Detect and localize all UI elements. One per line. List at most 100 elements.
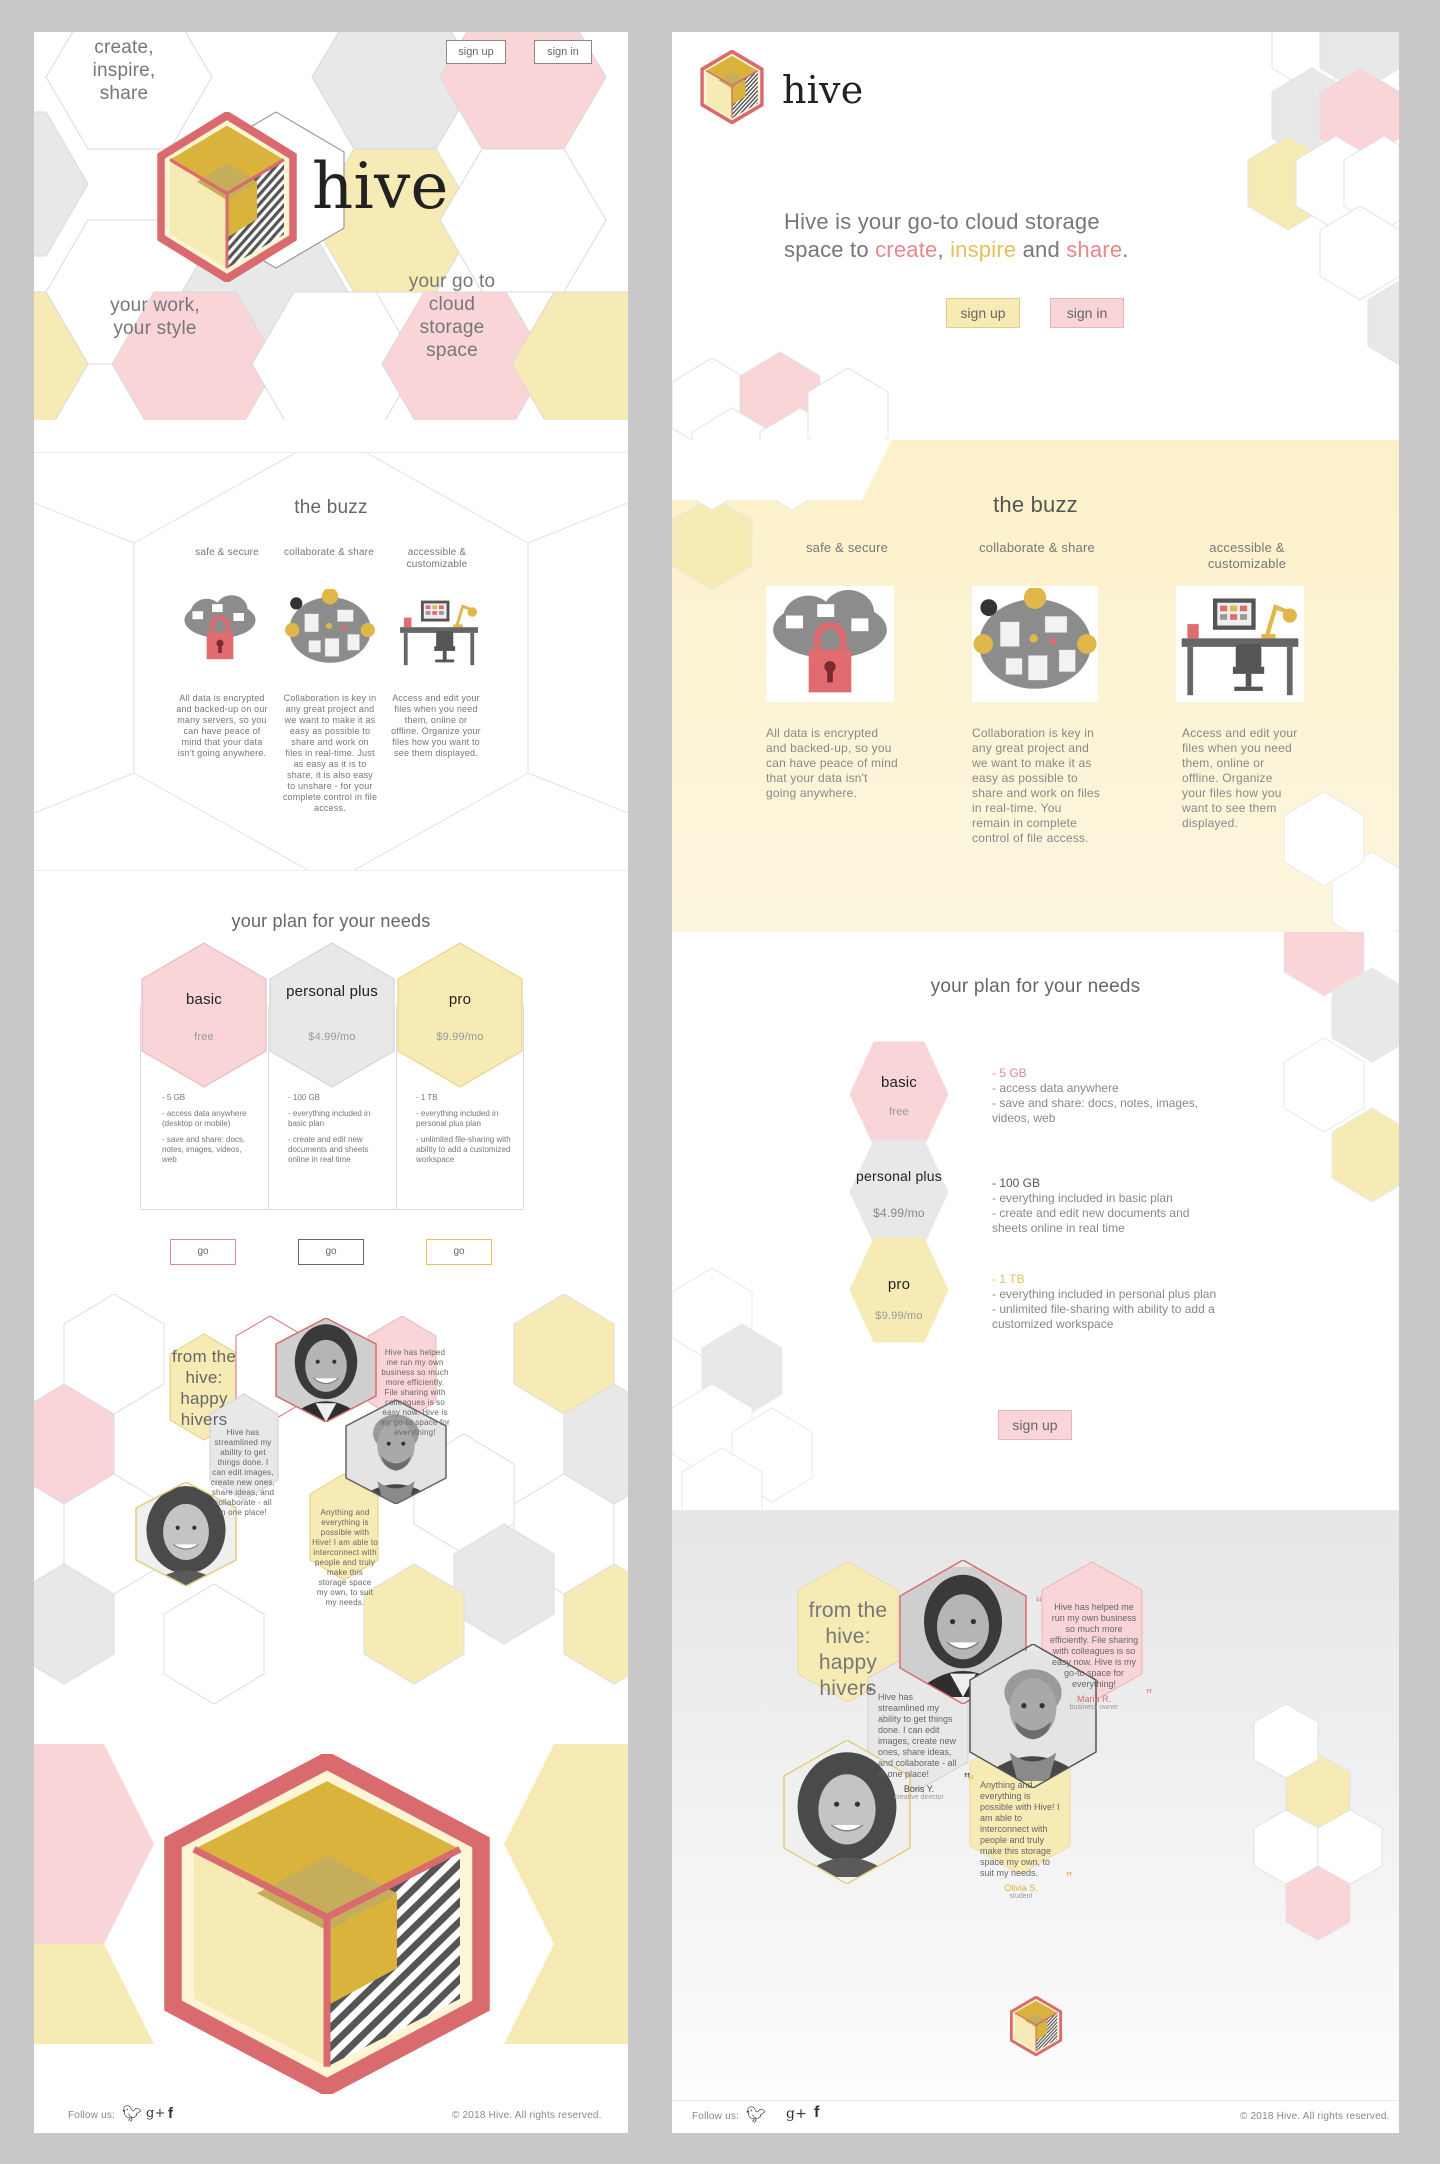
testimonial-role-1: business owner: [1069, 1704, 1119, 1711]
plan-go-button-personal[interactable]: go: [298, 1239, 364, 1265]
quote-close-icon: ”: [1146, 1686, 1152, 1706]
headline-and: and: [1022, 237, 1060, 262]
desk-workspace-icon: [1176, 586, 1304, 702]
collaboration-table-icon: [972, 586, 1098, 702]
plan-price-basic: free: [889, 1106, 909, 1118]
buzz-section: the buzz safe & secure collaborate & sha…: [672, 440, 1399, 932]
collaboration-table-icon: [284, 589, 376, 671]
testimonials-title: from the hive: happy hivers: [172, 1347, 236, 1429]
plan-hex-pro: [397, 942, 523, 1088]
testimonial-quote-2: Hive has streamlined my ability to get t…: [878, 1692, 957, 1779]
plan-feature: - everything included in basic plan: [288, 1109, 371, 1128]
plan-feature: - unlimited file-sharing with ability to…: [416, 1135, 511, 1164]
plan-name-personal: personal plus: [286, 983, 378, 1000]
testimonial-quote-3: Anything and everything is possible with…: [312, 1508, 378, 1607]
twitter-icon[interactable]: 🐦︎: [746, 2105, 767, 2125]
plans-title: your plan for your needs: [930, 976, 1141, 997]
facebook-icon[interactable]: f: [814, 2104, 820, 2122]
testimonial-author-2: Boris Y.: [903, 1784, 935, 1794]
facebook-icon[interactable]: f: [168, 2105, 173, 2122]
footer-copyright: © 2018 Hive. All rights reserved.: [452, 2110, 602, 2121]
plans-signup-button[interactable]: sign up: [998, 1410, 1072, 1440]
plan-feature: - create and edit new documents and shee…: [992, 1206, 1190, 1235]
hive-logo-text: hive: [782, 68, 864, 112]
footer-follow-label: Follow us:: [692, 2111, 740, 2122]
plan-price-personal: $4.99/mo: [308, 1031, 356, 1043]
plan-feature: - 1 TB: [416, 1093, 438, 1102]
footer: Follow us: 🐦︎ g+ f © 2018 Hive. All righ…: [34, 2102, 628, 2133]
testimonial-author-3: Olivia S.: [1004, 1883, 1038, 1893]
hive-footer-logo-icon: [1008, 1996, 1064, 2056]
signup-button[interactable]: sign up: [946, 298, 1020, 328]
desk-workspace-icon: [396, 593, 482, 669]
plan-features-basic: - 5 GB - access data anywhere (desktop o…: [162, 1093, 258, 1165]
plan-price-basic: free: [194, 1031, 214, 1043]
testimonials-section: from the hive: happy hivers Hive has hel…: [34, 1294, 628, 1714]
buzz-title: the buzz: [993, 492, 1078, 517]
headline-inspire: inspire: [950, 237, 1017, 262]
quote-open-icon: “: [1036, 1594, 1042, 1614]
cloud-lock-icon: [180, 593, 260, 665]
plan-features-pro: - 1 TB - everything included in personal…: [992, 1272, 1222, 1332]
mobile-mockup: create, inspire, share your work, your s…: [34, 32, 628, 2133]
feature-title-secure: safe & secure: [195, 547, 259, 558]
hive-logo-icon: [152, 112, 302, 282]
big-hive-logo-icon: [152, 1754, 502, 2094]
testimonial-quote-2: Hive has streamlined my ability to get t…: [210, 1428, 276, 1517]
buzz-section: the buzz safe & secure collaborate & sha…: [34, 452, 628, 871]
footer-section: Follow us: 🐦︎ g+ f © 2018 Hive. All righ…: [672, 1960, 1399, 2133]
plan-feature: - save and share: docs, notes, images, v…: [992, 1096, 1199, 1125]
plan-price-pro: $9.99/mo: [875, 1310, 923, 1322]
feature-title-collaborate: collaborate & share: [284, 547, 374, 558]
twitter-icon[interactable]: 🐦︎: [122, 2104, 143, 2124]
desktop-mockup: hive Hive is your go-to cloud storage sp…: [672, 32, 1399, 2133]
feature-text-accessible: Access and edit your files when you need…: [391, 693, 481, 758]
feature-text-secure: All data is encrypted and backed-up, so …: [766, 726, 898, 800]
feature-image-secure: [766, 586, 894, 702]
feature-title-accessible: accessible & customizable: [1207, 540, 1287, 571]
plan-name-pro: pro: [887, 1276, 911, 1293]
plan-name-basic: basic: [185, 991, 223, 1008]
testimonials-section: from the hive: happy hivers “ Hive has h…: [672, 1510, 1399, 1960]
testimonial-card-2: “ Hive has streamlined my ability to get…: [866, 1684, 970, 1801]
google-plus-icon[interactable]: g+: [146, 2106, 166, 2121]
plan-feature: - 5 GB: [992, 1066, 1027, 1080]
testimonial-role-2: creative director: [894, 1794, 944, 1801]
hive-logo-text: hive: [312, 150, 449, 224]
signin-button[interactable]: sign in: [534, 40, 592, 64]
plans-section: your plan for your needs basic personal …: [34, 870, 628, 1291]
plan-price-pro: $9.99/mo: [436, 1031, 484, 1043]
testimonial-quote-1: Hive has helped me run my own business s…: [380, 1348, 450, 1437]
plan-feature: - access data anywhere (desktop or mobil…: [162, 1109, 247, 1128]
quote-open-icon: “: [866, 1684, 872, 1704]
plan-feature: - everything included in personal plus p…: [416, 1109, 499, 1128]
footer: Follow us: 🐦︎ g+ f © 2018 Hive. All righ…: [672, 2100, 1399, 2133]
feature-text-collaborate: Collaboration is key in any great projec…: [282, 693, 378, 813]
plan-features-basic: - 5 GB - access data anywhere - save and…: [992, 1066, 1222, 1126]
signin-button[interactable]: sign in: [1050, 298, 1124, 328]
cloud-lock-icon: [766, 586, 894, 702]
hero-bottom-spacer: [34, 420, 628, 452]
plan-feature: - 1 TB: [992, 1272, 1025, 1286]
plans-section: your plan for your needs basic free pers…: [672, 932, 1399, 1510]
plan-feature: - 5 GB: [162, 1093, 186, 1102]
plan-hex-personal: [849, 1139, 949, 1245]
testimonial-quote-3: Anything and everything is possible with…: [980, 1780, 1060, 1878]
quote-open-icon: “: [968, 1772, 974, 1792]
feature-image-accessible: [1176, 586, 1304, 702]
google-plus-icon[interactable]: g+: [786, 2106, 807, 2122]
plan-name-pro: pro: [448, 991, 472, 1008]
plan-price-personal: $4.99/mo: [873, 1206, 925, 1220]
footer-copyright: © 2018 Hive. All rights reserved.: [1240, 2111, 1390, 2122]
signup-button[interactable]: sign up: [446, 40, 506, 64]
plan-hex-personal: [269, 942, 395, 1088]
big-logo-section: [34, 1714, 628, 2094]
testimonial-card-3: “ Anything and everything is possible wi…: [968, 1772, 1072, 1900]
footer-follow-label: Follow us:: [68, 2110, 116, 2121]
plan-go-button-pro[interactable]: go: [426, 1239, 492, 1265]
feature-title-accessible: accessible & customizable: [406, 547, 468, 570]
plan-go-button-basic[interactable]: go: [170, 1239, 236, 1265]
tagline-cloud-storage: your go to cloud storage space: [408, 271, 496, 361]
plan-features-personal: - 100 GB - everything included in basic …: [288, 1093, 384, 1165]
quote-close-icon: ”: [1066, 1869, 1072, 1889]
